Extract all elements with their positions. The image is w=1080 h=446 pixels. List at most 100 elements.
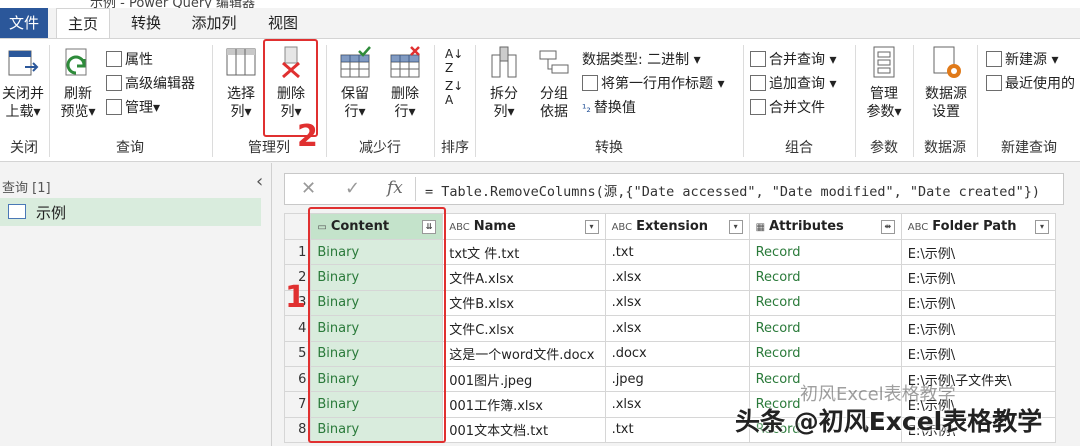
window-title: 示例 - Power Query 编辑器 [90, 0, 256, 8]
formula-input[interactable]: = Table.RemoveColumns(源,{"Date accessed"… [425, 180, 1040, 200]
cell-name[interactable]: 文件A.xlsx [442, 264, 606, 291]
properties-button[interactable]: 属性 [106, 49, 153, 71]
table-icon [8, 204, 26, 219]
cell-name[interactable]: 001图片.jpeg [442, 365, 606, 393]
first-row-label: 将第一行用作标题 ▾ [601, 76, 725, 92]
table-menu-icon[interactable] [283, 213, 312, 240]
cell-extension[interactable]: .txt [604, 416, 750, 444]
choose-columns-button[interactable]: 选择 列▾ [219, 45, 263, 121]
combine-files-label: 合并文件 [769, 100, 825, 116]
recent-sources-button[interactable]: 最近使用的 [986, 73, 1075, 95]
cell-attributes[interactable]: Record [748, 315, 902, 342]
cell-extension[interactable]: .xlsx [604, 289, 750, 317]
manage-button[interactable]: 管理▾ [106, 97, 160, 119]
cell-attributes[interactable]: Record [748, 264, 902, 291]
properties-label: 属性 [125, 52, 153, 68]
refresh-preview-button[interactable]: 刷新 预览▾ [54, 45, 102, 121]
column-header-name[interactable]: ABC Name ▾ [442, 213, 606, 240]
cell-extension[interactable]: .txt [604, 238, 750, 266]
expand-icon[interactable]: ⇹ [880, 220, 895, 234]
advanced-editor-button[interactable]: 高级编辑器 [106, 73, 195, 95]
merge-queries-button[interactable]: 合并查询 ▾ [750, 49, 836, 71]
combine-files-button[interactable]: 合并文件 [750, 97, 825, 119]
row-number[interactable]: 8 [283, 416, 312, 444]
cancel-formula-icon[interactable]: ✕ [301, 178, 316, 199]
sort-descending-icon: Z↓ A [445, 79, 464, 107]
group-reduce-rows: 保留 行▾ 删除 行▾ 减少行 [327, 39, 433, 161]
remove-rows-button[interactable]: 删除 行▾ [381, 45, 429, 121]
tab-add-column[interactable]: 添加列 [186, 8, 242, 38]
group-label-close: 关闭 [10, 140, 38, 156]
cell-attributes[interactable]: Record [748, 340, 902, 367]
row-number[interactable]: 6 [283, 365, 312, 393]
filter-dropdown-icon[interactable]: ▾ [584, 220, 599, 234]
column-name: Attributes [769, 219, 844, 234]
watermark-big: 头条 @初风Excel表格教学 [735, 407, 1043, 436]
cell-name[interactable]: 这是一个word文件.docx [442, 340, 606, 367]
group-data-source: 数据源 设置 数据源 [914, 39, 976, 161]
append-queries-icon [750, 75, 766, 91]
cell-folder-path[interactable]: E:\示例\ [900, 264, 1057, 291]
row-number[interactable]: 4 [283, 315, 312, 342]
confirm-formula-icon[interactable]: ✓ [345, 178, 360, 199]
queries-header: 查询 [1] [2, 181, 51, 196]
cell-extension[interactable]: .xlsx [604, 315, 750, 342]
query-item[interactable]: 示例 [0, 198, 261, 226]
use-first-row-button[interactable]: 将第一行用作标题 ▾ [582, 73, 724, 95]
cell-extension[interactable]: .jpeg [604, 365, 750, 393]
replace-values-label: 替换值 [593, 100, 636, 116]
tab-file[interactable]: 文件 [0, 8, 48, 38]
sort-ascending-button[interactable]: A↓ Z [445, 47, 463, 75]
cell-name[interactable]: txt文 件.txt [442, 238, 606, 266]
row-number[interactable]: 1 [283, 238, 312, 266]
remove-rows-icon [387, 45, 423, 81]
cell-folder-path[interactable]: E:\示例\ [900, 340, 1057, 367]
cell-folder-path[interactable]: E:\示例\ [900, 315, 1057, 342]
split-column-button[interactable]: 拆分 列▾ [482, 45, 526, 121]
keep-rows-button[interactable]: 保留 行▾ [331, 45, 379, 121]
collapse-pane-icon[interactable]: ‹ [256, 171, 263, 192]
annotation-one: 1 [285, 280, 306, 315]
split-column-icon [486, 45, 522, 81]
manage-parameters-button[interactable]: 管理 参数▾ [860, 45, 908, 121]
new-source-button[interactable]: 新建源 ▾ [986, 49, 1058, 71]
text-type-icon: ABC [907, 222, 929, 233]
cell-name[interactable]: 文件B.xlsx [442, 289, 606, 317]
sort-descending-button[interactable]: Z↓ A [445, 79, 463, 107]
filter-dropdown-icon[interactable]: ▾ [728, 220, 743, 234]
data-type-dropdown[interactable]: 数据类型: 二进制 ▾ [582, 49, 701, 71]
data-source-settings-button[interactable]: 数据源 设置 [918, 45, 974, 121]
fx-icon: fx [387, 178, 403, 198]
tab-transform[interactable]: 转换 [124, 8, 168, 38]
cell-folder-path[interactable]: E:\示例\ [900, 289, 1057, 317]
group-by-button[interactable]: 分组 依据 [532, 45, 576, 121]
cell-attributes[interactable]: Record [748, 289, 902, 317]
filter-dropdown-icon[interactable]: ▾ [1035, 220, 1049, 234]
refresh-label: 刷新 [64, 86, 92, 102]
query-item-label: 示例 [36, 204, 67, 222]
cell-folder-path[interactable]: E:\示例\ [900, 238, 1057, 266]
cell-name[interactable]: 001文本文档.txt [442, 416, 606, 444]
column-header-extension[interactable]: ABC Extension ▾ [604, 213, 750, 240]
group-label-new-query: 新建查询 [1001, 140, 1057, 156]
manage-label: 管理▾ [125, 100, 161, 116]
first-row-icon [582, 75, 598, 91]
cell-name[interactable]: 001工作簿.xlsx [442, 391, 606, 418]
replace-values-button[interactable]: ¹₂ 替换值 [582, 97, 636, 119]
tab-view[interactable]: 视图 [264, 8, 302, 38]
cell-name[interactable]: 文件C.xlsx [442, 315, 606, 342]
cell-extension[interactable]: .docx [604, 340, 750, 367]
cell-attributes[interactable]: Record [748, 238, 902, 266]
group-label-data-source: 数据源 [924, 140, 966, 156]
cell-extension[interactable]: .xlsx [604, 264, 750, 291]
tab-home[interactable]: 主页 [56, 8, 110, 39]
formula-bar: ✕ ✓ fx = Table.RemoveColumns(源,{"Date ac… [284, 173, 1064, 205]
merge-queries-label: 合并查询 ▾ [769, 52, 837, 68]
append-queries-button[interactable]: 追加查询 ▾ [750, 73, 836, 95]
column-header-folder-path[interactable]: ABC Folder Path ▾ [900, 213, 1057, 240]
row-number[interactable]: 7 [283, 391, 312, 418]
row-number[interactable]: 5 [283, 340, 312, 367]
column-header-attributes[interactable]: ▦ Attributes ⇹ [748, 213, 902, 240]
close-load-button[interactable]: 关闭并 上载▾ [0, 45, 46, 121]
cell-extension[interactable]: .xlsx [604, 391, 750, 418]
